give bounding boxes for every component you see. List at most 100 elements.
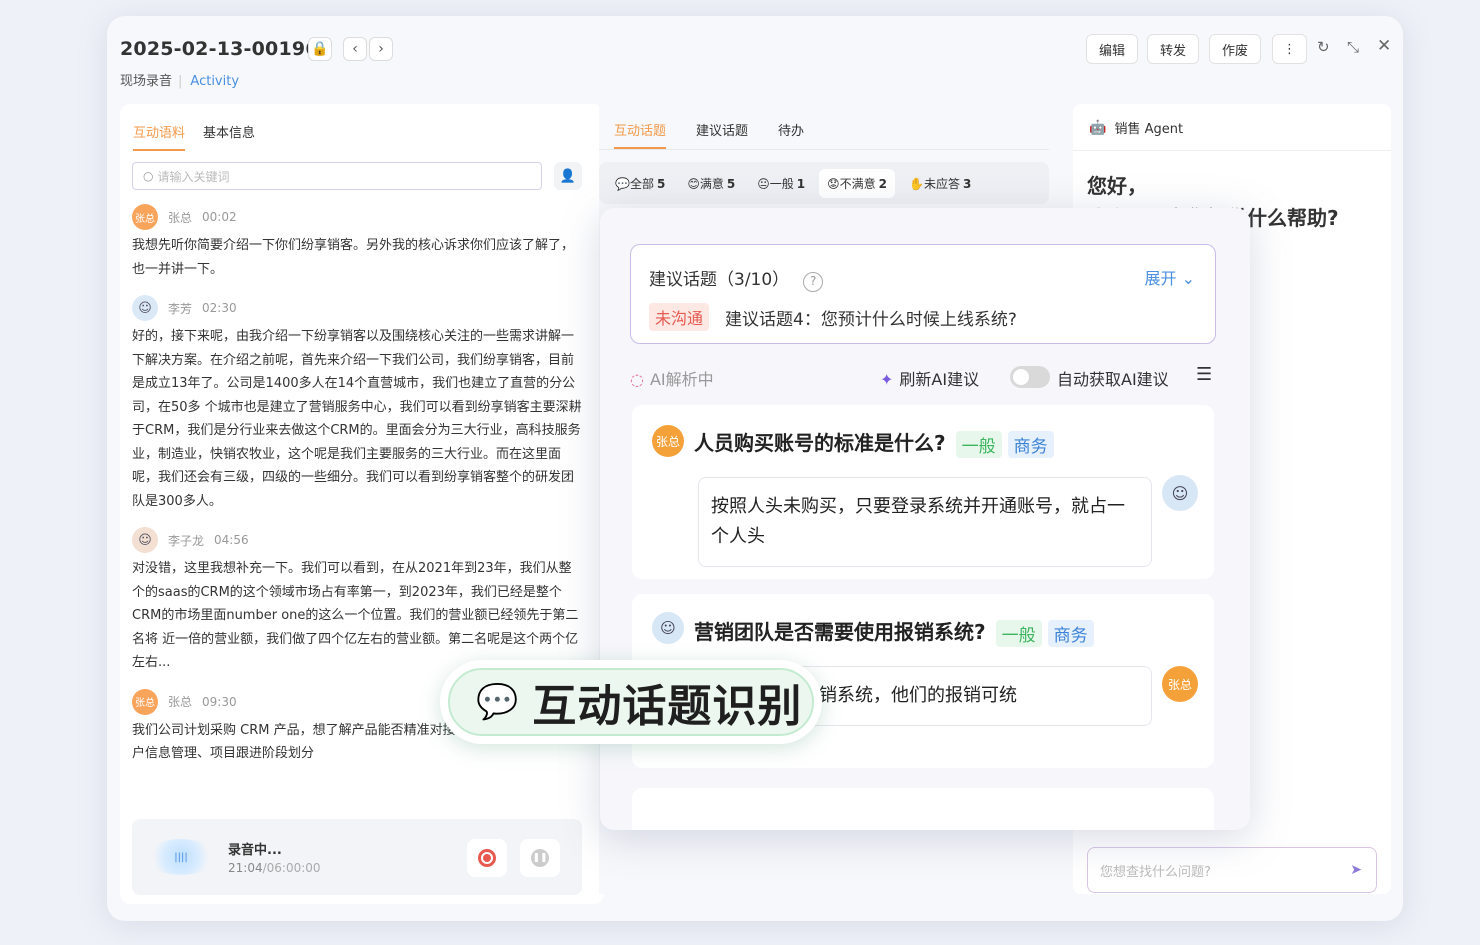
lock-icon[interactable]: 🔒 xyxy=(308,37,332,61)
tab-interaction-topics[interactable]: 互动话题 xyxy=(614,120,667,149)
recording-bar: |||| 录音中... 21:04/06:00:00 ❚❚ xyxy=(132,819,582,895)
search-placeholder: 请输入关键词 xyxy=(157,169,230,184)
filter-unanswered[interactable]: ✋未应答 3 xyxy=(901,169,979,198)
recording-time: 21:04/06:00:00 xyxy=(228,861,321,875)
speaker-filter-icon[interactable]: 👤 xyxy=(554,162,582,190)
avatar: 张总 xyxy=(132,204,158,230)
list-item: ☺ 李芳 02:30 好的，接下来呢，由我介绍一下纷享销客以及围绕核心关注的一些… xyxy=(132,295,584,513)
filter-all[interactable]: 💬全部 5 xyxy=(607,169,673,198)
tag-neutral: 一般 xyxy=(995,620,1042,647)
status-badge: 未沟通 xyxy=(649,303,710,331)
tab-basic-info[interactable]: 基本信息 xyxy=(203,122,255,151)
agent-title: 销售 Agent xyxy=(1114,122,1184,137)
stop-record-button[interactable] xyxy=(467,839,507,877)
search-icon: ○ xyxy=(143,169,154,183)
agent-header: 🤖 销售 Agent xyxy=(1089,118,1184,138)
middle-tabs: 互动话题 建议话题 待办 xyxy=(614,120,804,149)
more-icon[interactable]: ⋮ xyxy=(1272,34,1307,64)
message-time: 04:56 xyxy=(214,533,249,547)
send-icon[interactable]: ➤ xyxy=(1350,862,1362,878)
list-item: ☺ 李子龙 04:56 对没错，这里我想补充一下。我们可以看到，在从2021年到… xyxy=(132,527,584,675)
agent-greeting: 您好， xyxy=(1087,174,1147,198)
tab-interaction-corpus[interactable]: 互动语料 xyxy=(133,122,186,151)
prev-icon[interactable]: ‹ xyxy=(343,37,367,61)
topic-question: 人员购买账号的标准是什么? 一般 商务 xyxy=(694,427,1054,458)
record-title: 2025-02-13-001960 xyxy=(120,38,333,60)
chevron-down-icon: ⌄ xyxy=(1181,269,1195,288)
filter-unsatisfied[interactable]: 😟不满意 2 xyxy=(819,168,895,198)
close-icon[interactable]: ✕ xyxy=(1377,36,1391,56)
tag-business: 商务 xyxy=(1047,620,1094,647)
smile-icon: 😊 xyxy=(687,176,700,191)
auto-ai-label: 自动获取AI建议 xyxy=(1057,370,1169,389)
ai-status: ◌ AI解析中 xyxy=(630,370,714,389)
record-icon xyxy=(478,849,496,867)
topic-card: 张总 人员购买账号的标准是什么? 一般 商务 按照人头未购买，只要登录系统并开通账号… xyxy=(632,405,1214,579)
feature-label-pill: 💬 互动话题识别 xyxy=(440,660,822,744)
activity-link[interactable]: Activity xyxy=(190,74,239,89)
pause-button[interactable]: ❚❚ xyxy=(520,839,560,877)
feature-label: 互动话题识别 xyxy=(532,681,803,732)
filter-neutral[interactable]: 😐一般 1 xyxy=(749,169,813,198)
expand-button[interactable]: 展开 ⌄ xyxy=(1144,265,1195,289)
help-icon[interactable]: ? xyxy=(803,272,824,292)
edit-button[interactable]: 编辑 xyxy=(1086,34,1139,64)
ai-toolbar: ◌ AI解析中 ✦ 刷新AI建议 自动获取AI建议 ☰ xyxy=(630,364,1216,392)
chat-bubbles-icon: 💬 xyxy=(476,682,519,722)
tab-suggested-topics[interactable]: 建议话题 xyxy=(696,120,748,149)
agent-ask-input[interactable]: 您想查找什么问题? ➤ xyxy=(1087,847,1377,893)
message-text: 对没错，这里我想补充一下。我们可以看到，在从2021年到23年，我们从整个的sa… xyxy=(132,561,579,670)
avatar: ☺ xyxy=(132,527,158,553)
message-text: 好的，接下来呢，由我介绍一下纷享销客以及围绕核心关注的一些需求讲解一下解决方案。… xyxy=(132,329,582,509)
subtitle: 现场录音 | Activity xyxy=(120,74,240,89)
tag-business: 商务 xyxy=(1007,431,1054,458)
frown-icon: 😟 xyxy=(827,176,840,191)
divider xyxy=(599,149,1049,150)
void-button[interactable]: 作废 xyxy=(1209,34,1262,64)
topic-question: 营销团队是否需要使用报销系统? 一般 商务 xyxy=(694,616,1094,647)
neutral-face-icon: 😐 xyxy=(757,176,770,191)
topic-answer: 按照人头未购买，只要登录系统并开通账号，就占一个人头 xyxy=(698,477,1152,567)
transcript-panel: 互动语料 基本信息 ○ 请输入关键词 👤 张总 张总 00:02 我想先听你简要… xyxy=(120,104,604,904)
refresh-icon[interactable]: ↻ xyxy=(1317,38,1330,56)
robot-icon: 🤖 xyxy=(1089,119,1107,136)
speaker-name: 张总 xyxy=(168,210,193,225)
message-time: 09:30 xyxy=(202,694,237,709)
list-icon[interactable]: ☰ xyxy=(1196,364,1212,385)
suggested-question: 建议话题4：您预计什么时候上线系统? xyxy=(725,310,1017,330)
recording-elapsed: 21:04 xyxy=(228,861,263,875)
avatar: ☺ xyxy=(132,295,158,321)
avatar: ☺ xyxy=(1162,475,1198,511)
avatar: 张总 xyxy=(132,688,158,715)
sparkle-icon: ✦ xyxy=(880,370,894,389)
recording-label: 录音中... xyxy=(228,843,282,858)
topic-card xyxy=(632,788,1214,830)
recording-total: /06:00:00 xyxy=(262,861,321,875)
tab-todo[interactable]: 待办 xyxy=(778,120,804,149)
refresh-ai-button[interactable]: ✦ 刷新AI建议 xyxy=(880,366,979,390)
speaker-name: 张总 xyxy=(168,695,193,709)
forward-button[interactable]: 转发 xyxy=(1147,34,1200,64)
list-item: 张总 张总 00:02 我想先听你简要介绍一下你们纷享销客。另外我的核心诉求你们… xyxy=(132,204,584,281)
collapse-icon[interactable]: ⤡ xyxy=(1347,38,1359,56)
suggestion-box: 建议话题（3/10）? 展开 ⌄ 未沟通 建议话题4：您预计什么时候上线系统? xyxy=(630,244,1216,344)
pause-icon: ❚❚ xyxy=(531,849,549,867)
loading-icon: ◌ xyxy=(630,370,644,389)
chat-icon: 💬 xyxy=(615,176,630,191)
audio-wave-icon: |||| xyxy=(146,839,216,875)
message-text: 我想先听你简要介绍一下你们纷享销客。另外我的核心诉求你们应该了解了，也一并讲一下… xyxy=(132,238,575,277)
avatar: 张总 xyxy=(1162,666,1198,702)
next-icon[interactable]: › xyxy=(369,37,393,61)
message-time: 02:30 xyxy=(202,301,237,315)
speaker-name: 李子龙 xyxy=(168,533,205,548)
avatar: ☺ xyxy=(652,612,684,644)
subtitle-type: 现场录音 xyxy=(120,74,173,89)
divider xyxy=(1073,150,1391,151)
speaker-name: 李芳 xyxy=(168,301,193,316)
sentiment-filters: 💬全部 5 😊满意 5 😐一般 1 😟不满意 2 ✋未应答 3 xyxy=(599,162,1049,204)
search-input[interactable]: ○ 请输入关键词 xyxy=(132,162,542,190)
tag-neutral: 一般 xyxy=(955,431,1002,458)
hand-icon: ✋ xyxy=(909,176,924,191)
auto-ai-toggle[interactable] xyxy=(1010,366,1050,388)
filter-satisfied[interactable]: 😊满意 5 xyxy=(679,169,743,198)
